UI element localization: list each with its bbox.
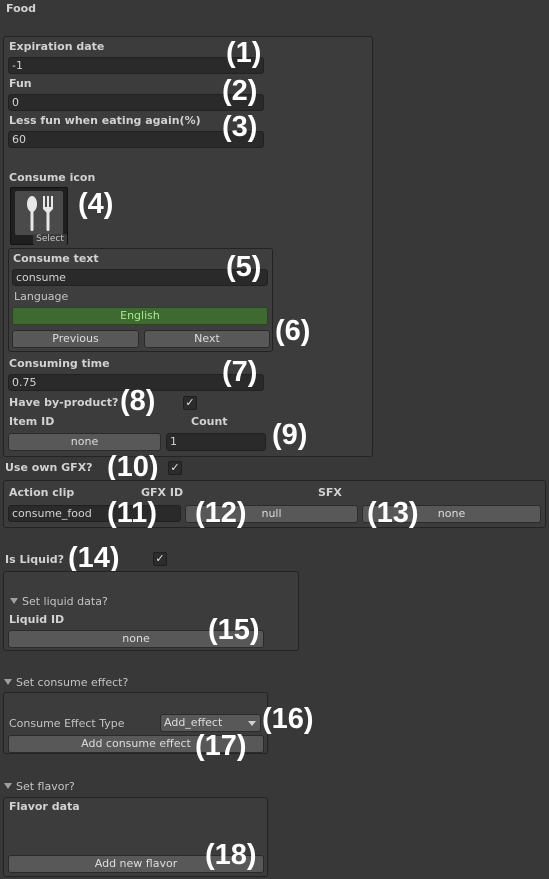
by-product-label: Have by-product?	[9, 396, 119, 409]
consume-effect-foldout-label: Set consume effect?	[16, 676, 129, 689]
previous-button[interactable]: Previous	[12, 330, 139, 348]
consume-text-label: Consume text	[13, 252, 99, 265]
annotation-marker-11: (11)	[107, 497, 157, 529]
consuming-time-label: Consuming time	[9, 357, 110, 370]
use-own-gfx-checkbox[interactable]: ✓	[168, 461, 182, 475]
annotation-marker-17: (17)	[195, 730, 247, 762]
foldout-triangle-icon	[4, 679, 12, 685]
annotation-marker-8: (8)	[120, 385, 156, 417]
annotation-marker-12: (12)	[195, 497, 247, 529]
annotation-marker-1: (1)	[226, 37, 262, 69]
item-id-button[interactable]: none	[8, 433, 161, 451]
annotation-marker-5: (5)	[226, 251, 262, 283]
next-button[interactable]: Next	[144, 330, 270, 348]
spoon-fork-icon	[15, 191, 63, 235]
consume-effect-type-label: Consume Effect Type	[9, 717, 125, 730]
flavor-data-label: Flavor data	[9, 800, 80, 813]
use-own-gfx-label: Use own GFX?	[5, 461, 93, 474]
annotation-marker-16: (16)	[262, 703, 314, 735]
dropdown-arrow-icon	[248, 721, 256, 726]
consume-icon-label: Consume icon	[9, 171, 96, 184]
annotation-marker-14: (14)	[68, 542, 120, 574]
action-clip-label: Action clip	[9, 486, 75, 499]
annotation-marker-3: (3)	[222, 111, 258, 143]
item-id-label: Item ID	[9, 415, 55, 428]
section-title-food: Food	[6, 2, 37, 15]
annotation-marker-13: (13)	[367, 497, 419, 529]
foldout-triangle-icon	[10, 598, 18, 604]
annotation-marker-4: (4)	[78, 188, 114, 220]
count-field[interactable]: 1	[166, 433, 266, 451]
annotation-marker-2: (2)	[222, 75, 258, 107]
expiration-date-label: Expiration date	[9, 40, 105, 53]
liquid-id-label: Liquid ID	[9, 613, 65, 626]
less-fun-label: Less fun when eating again(%)	[9, 114, 201, 127]
sfx-label: SFX	[318, 486, 342, 499]
language-label: Language	[14, 290, 69, 303]
flavor-foldout[interactable]: Set flavor?	[4, 780, 75, 793]
foldout-triangle-icon	[4, 783, 12, 789]
is-liquid-label: Is Liquid?	[5, 553, 64, 566]
consume-effect-type-value: Add_effect	[164, 716, 223, 729]
is-liquid-checkbox[interactable]: ✓	[153, 552, 167, 566]
fun-label: Fun	[9, 77, 32, 90]
flavor-foldout-label: Set flavor?	[16, 780, 75, 793]
by-product-checkbox[interactable]: ✓	[183, 396, 197, 410]
consume-icon-slot[interactable]: Select	[10, 187, 68, 245]
language-english-button[interactable]: English	[12, 307, 268, 325]
count-label: Count	[191, 415, 228, 428]
liquid-foldout[interactable]: Set liquid data?	[10, 595, 108, 608]
annotation-marker-10: (10)	[107, 451, 159, 483]
annotation-marker-9: (9)	[272, 419, 308, 451]
annotation-marker-18: (18)	[205, 839, 257, 871]
annotation-marker-7: (7)	[222, 356, 258, 388]
annotation-marker-6: (6)	[275, 315, 311, 347]
annotation-marker-15: (15)	[208, 614, 260, 646]
liquid-foldout-label: Set liquid data?	[22, 595, 108, 608]
select-icon-button[interactable]: Select	[33, 234, 67, 245]
consume-effect-foldout[interactable]: Set consume effect?	[4, 676, 128, 689]
